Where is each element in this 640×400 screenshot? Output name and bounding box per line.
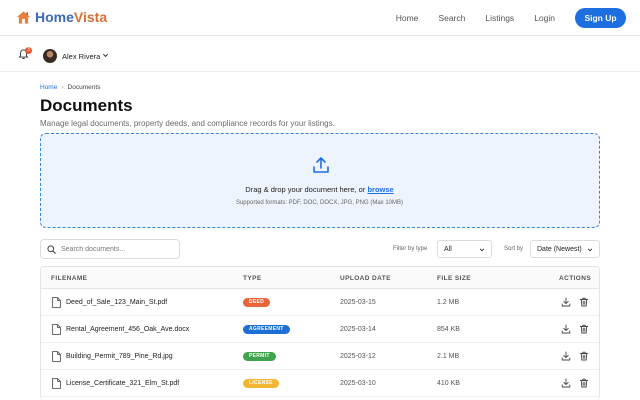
upload-date: 2025-03-10 [340,380,376,387]
download-icon[interactable] [561,297,571,307]
sort-value: Date (Newest) [537,246,582,253]
nav-link-search[interactable]: Search [438,8,465,28]
user-name[interactable]: Alex Rivera [62,52,100,61]
nav-link-home[interactable]: Home [396,8,419,28]
type-badge: DEED [243,298,271,307]
file-name[interactable]: Building_Permit_789_Pine_Rd.jpg [66,353,173,360]
breadcrumb-separator: › [61,84,64,91]
chevron-down-icon [587,248,593,252]
type-badge: LICENSE [243,379,279,388]
column-header-upload-date[interactable]: UPLOAD DATE [340,275,391,282]
table-row[interactable]: Building_Permit_789_Pine_Rd.jpg PERMIT 2… [41,343,599,370]
chevron-down-icon [479,248,485,252]
brand-name-part2: Vista [73,9,108,25]
trash-icon[interactable] [579,324,589,334]
chevron-down-icon[interactable] [102,52,109,59]
filter-type-select[interactable]: All [437,240,492,258]
download-icon[interactable] [561,378,571,388]
documents-table: FILENAME TYPE UPLOAD DATE FILE SIZE ACTI… [40,266,600,400]
table-row[interactable]: License_Certificate_321_Elm_St.pdf LICEN… [41,370,599,397]
file-size: 1.2 MB [437,299,460,306]
page-title: Documents [40,96,133,115]
table-row[interactable]: Deed_of_Sale_123_Main_St.pdf DEED 2025-0… [41,289,599,316]
upload-date: 2025-03-12 [340,353,376,360]
column-header-actions: ACTIONS [559,275,592,282]
sort-label: Sort by [504,246,524,252]
upload-date: 2025-03-15 [340,299,376,306]
trash-icon[interactable] [579,351,589,361]
top-navbar: HomeVista Home Search Listings Login Sig… [0,0,640,36]
sort-select[interactable]: Date (Newest) [530,240,600,258]
brand-name: HomeVista [35,9,107,25]
nav-link-listings[interactable]: Listings [485,8,514,28]
upload-date: 2025-03-14 [340,326,376,333]
upload-icon [313,157,329,173]
dropzone-text: Drag & drop your document here, or brows… [41,185,598,194]
browse-link[interactable]: browse [367,185,393,194]
column-header-file-size[interactable]: FILE SIZE [437,275,471,282]
breadcrumb-current: Documents [67,84,101,91]
table-header: FILENAME TYPE UPLOAD DATE FILE SIZE ACTI… [41,267,599,289]
breadcrumb: Home › Documents [40,84,100,91]
user-bar: 3 Alex Rivera [0,36,640,72]
file-name[interactable]: Deed_of_Sale_123_Main_St.pdf [66,299,167,306]
file-name[interactable]: Rental_Agreement_456_Oak_Ave.docx [66,326,189,333]
file-icon [52,351,61,362]
file-icon [52,297,61,308]
table-row[interactable]: Rental_Agreement_456_Oak_Ave.docx AGREEM… [41,316,599,343]
search-input[interactable] [61,242,176,257]
type-badge: PERMIT [243,352,276,361]
brand-name-part1: Home [35,9,74,25]
brand-logo[interactable]: HomeVista [16,9,107,25]
nav-link-login[interactable]: Login [534,8,555,28]
dropzone-hint: Supported formats: PDF, DOC, DOCX, JPG, … [235,200,404,206]
file-icon [52,324,61,335]
file-size: 2.1 MB [437,353,460,360]
nav-links: Home Search Listings Login Sign Up [396,8,626,28]
search-icon [47,245,56,254]
trash-icon[interactable] [579,378,589,388]
trash-icon[interactable] [579,297,589,307]
house-icon [16,10,31,24]
file-size: 410 KB [437,380,460,387]
upload-dropzone[interactable]: Drag & drop your document here, or brows… [40,133,600,228]
filter-type-value: All [444,246,452,253]
column-header-type[interactable]: TYPE [243,275,262,282]
avatar[interactable] [43,49,57,63]
page-subtitle: Manage legal documents, property deeds, … [40,119,335,128]
notification-badge: 3 [25,47,32,54]
type-badge: AGREEMENT [243,325,290,334]
download-icon[interactable] [561,324,571,334]
dropzone-instruction: Drag & drop your document here, or [245,185,368,194]
filter-type-label: Filter by type [393,246,428,252]
download-icon[interactable] [561,351,571,361]
column-header-filename[interactable]: FILENAME [51,275,87,282]
signup-button[interactable]: Sign Up [575,8,626,28]
file-icon [52,378,61,389]
file-size: 854 KB [437,326,460,333]
search-box [40,239,180,259]
breadcrumb-home-link[interactable]: Home [40,84,57,91]
file-name[interactable]: License_Certificate_321_Elm_St.pdf [66,380,179,387]
